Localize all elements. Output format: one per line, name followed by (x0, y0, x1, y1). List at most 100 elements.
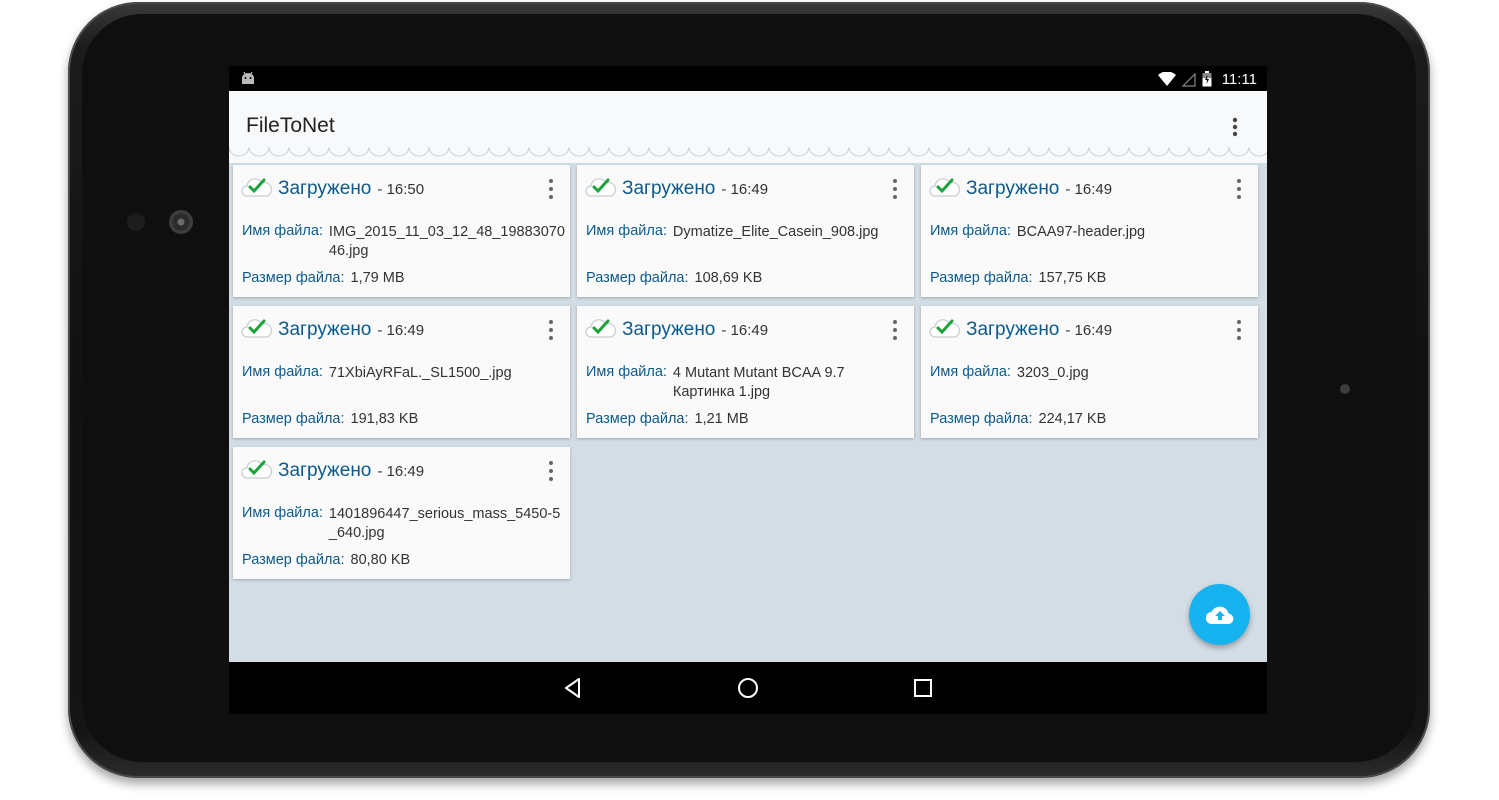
file-size-value: 157,75 KB (1038, 270, 1107, 286)
cloud-upload-icon (1205, 606, 1233, 624)
upload-card[interactable]: Загружено - 16:49 Имя файла: 1401896447_s… (233, 447, 570, 579)
cloud-check-icon (241, 319, 273, 338)
file-name-row: Имя файла: BCAA97-header.jpg (930, 223, 1253, 242)
file-size-label: Размер файла: (930, 270, 1033, 286)
status-time: 11:11 (1221, 70, 1257, 88)
upload-card[interactable]: Загружено - 16:49 Имя файла: Dymatize_Eli… (577, 165, 914, 297)
status-icons: 11:11 (1157, 69, 1257, 89)
screen: 11:11 FileToNet Загружено - 16:50 Имя фа… (229, 66, 1267, 714)
upload-time: - 16:49 (721, 322, 769, 339)
navigation-bar (229, 662, 1267, 714)
file-size-value: 191,83 KB (350, 411, 419, 427)
file-name-label: Имя файла: (930, 223, 1011, 239)
upload-time: - 16:49 (1065, 322, 1113, 339)
overflow-menu-icon[interactable] (1225, 116, 1245, 138)
upload-status: Загружено - 16:49 (622, 319, 768, 341)
front-sensor (127, 213, 145, 231)
upload-fab-button[interactable] (1189, 584, 1250, 645)
app-bar: FileToNet (229, 91, 1267, 163)
file-size-row: Размер файла: 1,79 MB (242, 270, 405, 286)
file-size-row: Размер файла: 80,80 KB (242, 552, 410, 568)
app-title: FileToNet (246, 114, 335, 137)
file-name-label: Имя файла: (586, 223, 667, 239)
file-size-value: 80,80 KB (350, 552, 411, 568)
file-name-row: Имя файла: 1401896447_serious_mass_5450-… (242, 505, 565, 543)
upload-card[interactable]: Загружено - 16:49 Имя файла: 4 Mutant Mut… (577, 306, 914, 438)
upload-status-text: Загружено (622, 178, 716, 199)
file-name-row: Имя файла: 3203_0.jpg (930, 364, 1253, 383)
upload-status: Загружено - 16:49 (278, 319, 424, 341)
file-size-value: 108,69 KB (694, 270, 763, 286)
file-name-label: Имя файла: (242, 364, 323, 380)
file-name-value: Dymatize_Elite_Casein_908.jpg (672, 224, 879, 240)
recents-icon[interactable] (909, 674, 937, 702)
cloud-check-icon (585, 178, 617, 197)
file-size-label: Размер файла: (586, 411, 689, 427)
cloud-check-icon (585, 319, 617, 338)
upload-time: - 16:49 (377, 322, 425, 339)
upload-status-text: Загружено (278, 460, 372, 481)
file-name-value: BCAA97-header.jpg (1016, 224, 1146, 240)
file-name-value: 71XbiAyRFaL._SL1500_.jpg (328, 365, 512, 381)
wifi-icon (1157, 71, 1176, 86)
upload-time: - 16:49 (377, 463, 425, 480)
file-size-row: Размер файла: 108,69 KB (586, 270, 762, 286)
upload-card[interactable]: Загружено - 16:50 Имя файла: IMG_2015_11_… (233, 165, 570, 297)
more-vert-icon[interactable] (542, 176, 560, 202)
file-name-row: Имя файла: Dymatize_Elite_Casein_908.jpg (586, 223, 909, 242)
file-size-value: 1,79 MB (350, 270, 405, 286)
upload-card[interactable]: Загружено - 16:49 Имя файла: 3203_0.jpg Р… (921, 306, 1258, 438)
upload-status: Загружено - 16:49 (966, 319, 1112, 341)
status-bar: 11:11 (229, 66, 1267, 91)
upload-time: - 16:49 (1065, 181, 1113, 198)
cloud-check-icon (929, 319, 961, 338)
more-vert-icon[interactable] (1230, 176, 1248, 202)
upload-status-text: Загружено (966, 178, 1060, 199)
upload-status: Загружено - 16:49 (622, 178, 768, 200)
cloud-check-icon (929, 178, 961, 197)
upload-card[interactable]: Загружено - 16:49 Имя файла: 71XbiAyRFaL.… (233, 306, 570, 438)
file-name-value: 4 Mutant Mutant BCAA 9.7 Картинка 1.jpg (672, 365, 845, 400)
file-name-value: IMG_2015_11_03_12_48_1988307046.jpg (328, 224, 565, 259)
file-name-label: Имя файла: (242, 505, 323, 521)
cloud-check-icon (241, 460, 273, 479)
file-size-row: Размер файла: 191,83 KB (242, 411, 418, 427)
upload-card[interactable]: Загружено - 16:49 Имя файла: BCAA97-heade… (921, 165, 1258, 297)
more-vert-icon[interactable] (886, 176, 904, 202)
file-name-row: Имя файла: 71XbiAyRFaL._SL1500_.jpg (242, 364, 565, 383)
file-size-label: Размер файла: (242, 552, 345, 568)
more-vert-icon[interactable] (542, 458, 560, 484)
file-name-label: Имя файла: (586, 364, 667, 380)
file-size-row: Размер файла: 1,21 MB (586, 411, 749, 427)
file-name-label: Имя файла: (242, 223, 323, 239)
file-name-row: Имя файла: IMG_2015_11_03_12_48_19883070… (242, 223, 565, 261)
file-name-value: 3203_0.jpg (1016, 365, 1089, 381)
more-vert-icon[interactable] (542, 317, 560, 343)
file-size-row: Размер файла: 224,17 KB (930, 411, 1106, 427)
upload-status: Загружено - 16:49 (966, 178, 1112, 200)
file-name-label: Имя файла: (930, 364, 1011, 380)
signal-icon (1181, 72, 1196, 87)
upload-status: Загружено - 16:49 (278, 460, 424, 482)
upload-time: - 16:50 (377, 181, 425, 198)
file-name-row: Имя файла: 4 Mutant Mutant BCAA 9.7 Карт… (586, 364, 909, 402)
file-size-label: Размер файла: (930, 411, 1033, 427)
file-size-label: Размер файла: (242, 270, 345, 286)
side-sensor (1340, 384, 1350, 394)
cloud-check-icon (241, 178, 273, 197)
android-icon (242, 71, 254, 84)
app-bar-wave-edge (229, 141, 1267, 159)
home-icon[interactable] (734, 674, 762, 702)
file-size-row: Размер файла: 157,75 KB (930, 270, 1106, 286)
battery-icon (1202, 71, 1212, 87)
upload-time: - 16:49 (721, 181, 769, 198)
more-vert-icon[interactable] (886, 317, 904, 343)
upload-status-text: Загружено (622, 319, 716, 340)
back-icon[interactable] (559, 674, 587, 702)
file-size-label: Размер файла: (242, 411, 345, 427)
upload-status-text: Загружено (278, 178, 372, 199)
front-camera (169, 210, 193, 234)
more-vert-icon[interactable] (1230, 317, 1248, 343)
upload-status-text: Загружено (966, 319, 1060, 340)
file-size-value: 224,17 KB (1038, 411, 1107, 427)
